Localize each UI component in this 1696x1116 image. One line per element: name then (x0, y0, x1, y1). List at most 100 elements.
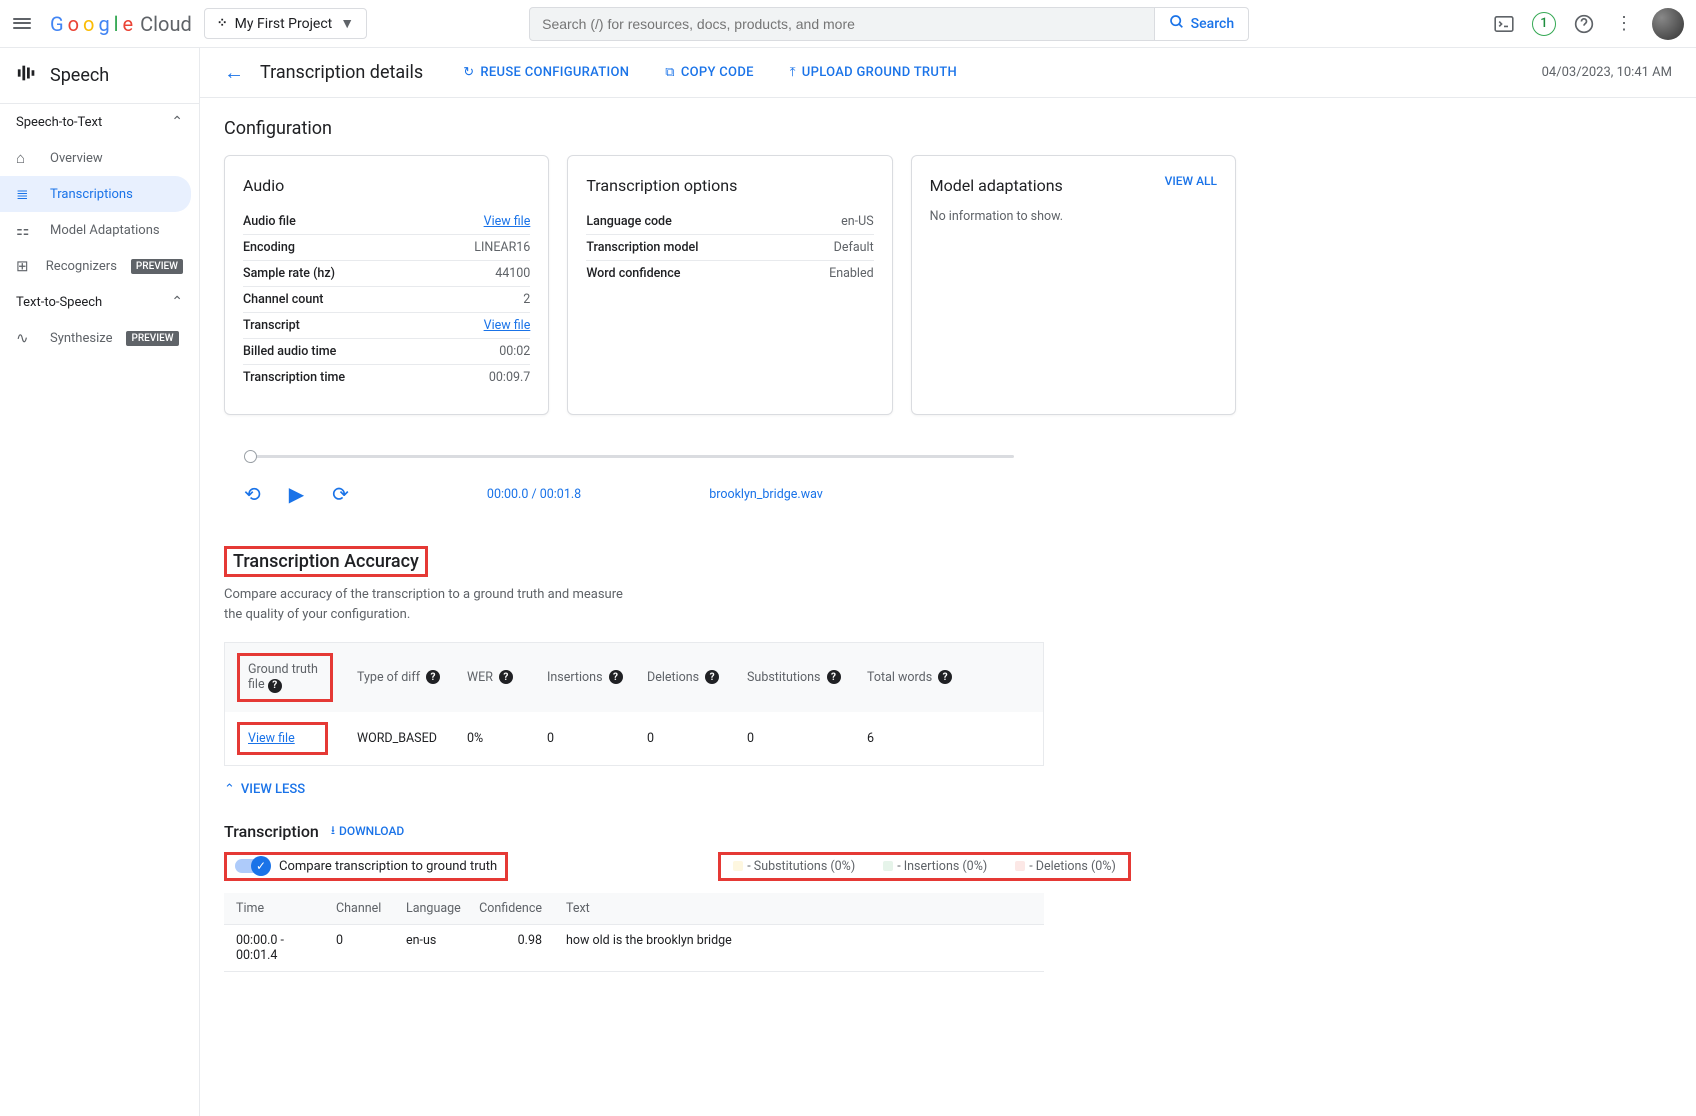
search-box[interactable] (529, 7, 1155, 41)
page-header: ← Transcription details ↻ REUSE CONFIGUR… (200, 48, 1696, 98)
speech-icon (16, 62, 38, 89)
compare-toggle[interactable]: ✓ (235, 859, 269, 873)
help-icon[interactable]: ? (938, 670, 952, 684)
content: ← Transcription details ↻ REUSE CONFIGUR… (200, 48, 1696, 1116)
config-cards: Audio Audio fileView fileEncodingLINEAR1… (224, 155, 1236, 415)
product-name: Speech (50, 65, 109, 86)
search-button[interactable]: Search (1155, 7, 1249, 41)
search-label: Search (1191, 16, 1234, 32)
options-card: Transcription options Language codeen-US… (567, 155, 892, 415)
ground-truth-file-link[interactable]: View file (248, 731, 295, 746)
chevron-down-icon: ▼ (340, 15, 354, 32)
wave-icon: ∿ (16, 329, 36, 347)
more-icon[interactable]: ⋮ (1612, 12, 1636, 36)
grid-icon: ⊞ (16, 257, 32, 275)
play-icon[interactable]: ▶ (289, 482, 304, 506)
cloud-shell-icon[interactable] (1492, 12, 1516, 36)
compare-row: ✓ Compare transcription to ground truth … (224, 852, 1236, 881)
compare-toggle-wrap: ✓ Compare transcription to ground truth (235, 859, 497, 874)
chevron-up-icon: ⌃ (171, 114, 183, 130)
top-bar: Google Cloud ⁘ My First Project ▼ Search… (0, 0, 1696, 48)
search-input[interactable] (542, 16, 1142, 32)
player-time: 00:00.0 / 00:01.8 (487, 487, 581, 502)
chevron-up-icon: ⌃ (224, 782, 235, 797)
list-icon: ≣ (16, 185, 36, 203)
kv-row: TranscriptView file (243, 313, 530, 339)
project-selector[interactable]: ⁘ My First Project ▼ (204, 8, 367, 39)
kv-row: EncodingLINEAR16 (243, 235, 530, 261)
kv-row: Audio fileView file (243, 209, 530, 235)
page-title: Transcription details (260, 62, 423, 83)
options-card-title: Transcription options (586, 176, 873, 195)
view-less-button[interactable]: ⌃ VIEW LESS (224, 782, 1236, 797)
player-file: brooklyn_bridge.wav (709, 487, 823, 502)
audio-card: Audio Audio fileView fileEncodingLINEAR1… (224, 155, 549, 415)
forward-icon[interactable]: ⟳ (332, 482, 349, 506)
sidebar-item-synthesize[interactable]: ∿ Synthesize PREVIEW (0, 320, 199, 356)
upload-ground-truth-button[interactable]: ⤒ UPLOAD GROUND TRUTH (790, 65, 957, 80)
view-file-link[interactable]: View file (484, 214, 531, 229)
transcription-header-row: Time Channel Language Confidence Text (224, 893, 1044, 925)
kv-row: Transcription modelDefault (586, 235, 873, 261)
help-icon[interactable] (1572, 12, 1596, 36)
sidebar-item-overview[interactable]: ⌂ Overview (0, 140, 199, 176)
rewind-icon[interactable]: ⟲ (244, 482, 261, 506)
product-header[interactable]: Speech (0, 48, 199, 104)
kv-row: Transcription time00:09.7 (243, 365, 530, 390)
player-controls: ⟲ ▶ ⟳ 00:00.0 / 00:01.8 brooklyn_bridge.… (244, 482, 1236, 506)
audio-player: ⟲ ▶ ⟳ 00:00.0 / 00:01.8 brooklyn_bridge.… (244, 455, 1236, 506)
no-info-text: No information to show. (930, 209, 1217, 224)
kv-row: Channel count2 (243, 287, 530, 313)
project-icon: ⁘ (217, 16, 227, 31)
menu-icon[interactable] (12, 14, 32, 34)
audio-track[interactable] (244, 455, 1014, 458)
sidebar-section-tts[interactable]: Text-to-Speech ⌃ (0, 284, 199, 320)
configuration-title: Configuration (224, 118, 1236, 139)
back-arrow-icon[interactable]: ← (224, 60, 244, 85)
copy-code-button[interactable]: ⧉ COPY CODE (665, 65, 753, 80)
download-button[interactable]: ⭳ DOWNLOAD (331, 821, 404, 842)
reuse-config-button[interactable]: ↻ REUSE CONFIGURATION (463, 65, 629, 80)
track-handle[interactable] (244, 450, 257, 463)
transcription-row: 00:00.0 - 00:01.4 0 en-us 0.98 how old i… (224, 925, 1044, 972)
project-name: My First Project (235, 16, 333, 32)
kv-row: Billed audio time00:02 (243, 339, 530, 365)
kv-row: Sample rate (hz)44100 (243, 261, 530, 287)
search-wrap: Search (529, 7, 1249, 41)
accuracy-title: Transcription Accuracy (233, 551, 419, 572)
compare-label: Compare transcription to ground truth (279, 859, 497, 874)
view-file-link[interactable]: View file (484, 318, 531, 333)
tune-icon: ⚏ (16, 221, 36, 239)
home-icon: ⌂ (16, 149, 36, 167)
search-icon (1169, 14, 1185, 34)
help-icon[interactable]: ? (426, 670, 440, 684)
sub-color-icon (733, 861, 743, 871)
avatar[interactable] (1652, 8, 1684, 40)
help-icon[interactable]: ? (705, 670, 719, 684)
sidebar-item-model-adaptations[interactable]: ⚏ Model Adaptations (0, 212, 199, 248)
help-icon[interactable]: ? (827, 670, 841, 684)
accuracy-header-row: Ground truth file ? Type of diff? WER? I… (225, 643, 1043, 712)
transcription-title: Transcription (224, 822, 319, 841)
help-icon[interactable]: ? (609, 670, 623, 684)
layout: Speech Speech-to-Text ⌃ ⌂ Overview ≣ Tra… (0, 48, 1696, 1116)
chevron-up-icon: ⌃ (171, 294, 183, 310)
gcp-logo[interactable]: Google Cloud (50, 12, 192, 36)
preview-badge: PREVIEW (131, 259, 183, 274)
download-icon: ⭳ (331, 821, 335, 842)
check-icon: ✓ (251, 856, 271, 876)
accuracy-table: Ground truth file ? Type of diff? WER? I… (224, 642, 1044, 766)
timestamp: 04/03/2023, 10:41 AM (1542, 65, 1672, 80)
refresh-icon: ↻ (463, 65, 474, 80)
sidebar-section-stt[interactable]: Speech-to-Text ⌃ (0, 104, 199, 140)
help-icon[interactable]: ? (499, 670, 513, 684)
ins-color-icon (883, 861, 893, 871)
kv-row: Word confidenceEnabled (586, 261, 873, 286)
view-all-link[interactable]: VIEW ALL (1165, 174, 1217, 188)
kv-row: Language codeen-US (586, 209, 873, 235)
sidebar: Speech Speech-to-Text ⌃ ⌂ Overview ≣ Tra… (0, 48, 200, 1116)
notifications-badge[interactable]: 1 (1532, 12, 1556, 36)
sidebar-item-recognizers[interactable]: ⊞ Recognizers PREVIEW (0, 248, 199, 284)
help-icon[interactable]: ? (268, 679, 282, 693)
sidebar-item-transcriptions[interactable]: ≣ Transcriptions (0, 176, 191, 212)
